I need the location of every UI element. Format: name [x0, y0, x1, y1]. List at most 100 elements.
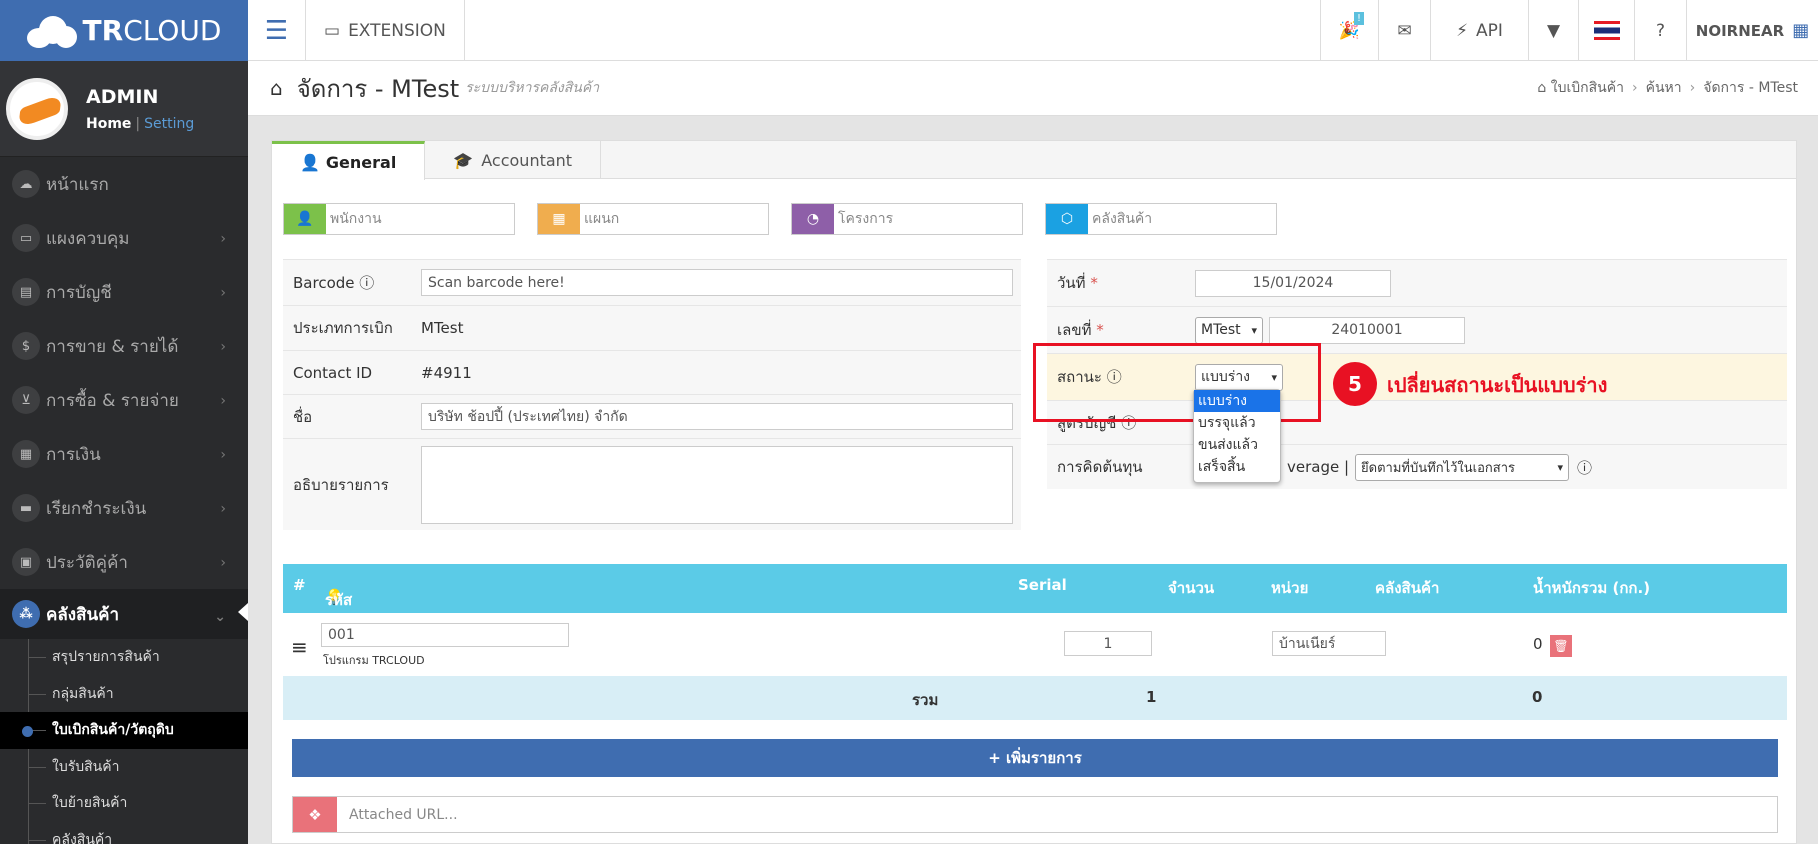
column-header: Serial — [1018, 576, 1067, 594]
date-input[interactable]: 15/01/2024 — [1195, 269, 1391, 297]
required-mark: * — [1090, 274, 1098, 292]
column-header: น้ำหนักรวม (กก.) — [1533, 579, 1651, 597]
name-input[interactable]: บริษัท ช้อปปี้ (ประเทศไทย) จำกัด — [421, 403, 1013, 430]
breadcrumb-item[interactable]: ใบเบิกสินค้า — [1551, 80, 1624, 96]
description-textarea[interactable] — [421, 445, 1013, 524]
status-option-packed[interactable]: บรรจุแล้ว — [1194, 412, 1280, 434]
avatar[interactable] — [6, 77, 68, 140]
add-item-button[interactable]: + เพิ่มรายการ — [292, 739, 1778, 777]
chevron-right-icon: › — [220, 285, 226, 301]
account-menu[interactable]: NOIRNEAR ▦ — [1686, 0, 1818, 61]
number-prefix-select[interactable]: MTest ▾ — [1195, 316, 1263, 344]
graduation-cap-icon: 🎓 — [453, 150, 474, 170]
table-row: ≡ 001 โปรแกรม TRCLOUD 1 บ้านเนียร์ 0 🗑 — [283, 613, 1787, 676]
info-icon: ⓘ — [359, 274, 375, 292]
setting-link[interactable]: Setting — [144, 116, 194, 132]
breadcrumb: ⌂ ใบเบิกสินค้า › ค้นหา › จัดการ - MTest — [1537, 77, 1798, 99]
barcode-input[interactable]: Scan barcode here! — [421, 269, 1013, 296]
submenu-item-summary[interactable]: สรุปรายการสินค้า — [0, 639, 248, 676]
attached-url-field[interactable]: ❖ Attached URL... — [292, 796, 1778, 833]
field-label: Contact ID — [293, 363, 373, 382]
sidebar-item-billing[interactable]: ▬ เรียกชำระเงิน › — [0, 481, 248, 535]
warehouse-input[interactable]: บ้านเนียร์ — [1272, 631, 1386, 656]
brand-bold: TR — [82, 14, 124, 47]
department-select[interactable]: ▦ แผนก — [537, 203, 769, 235]
sidebar-item-label: หน้าแรก — [46, 174, 109, 195]
costing-row: การคิดต้นทุน verage | ยึดตามที่บันทึกไว้ใน… — [1047, 444, 1787, 489]
left-form: Barcode ⓘ Scan barcode here! ประเภทการเบิ… — [283, 259, 1021, 530]
date-row: วันที่ * 15/01/2024 — [1047, 259, 1787, 306]
cubes-icon: ⁂ — [12, 600, 40, 628]
user-icon: 👤 — [284, 204, 326, 234]
monitor-icon: ▭ — [324, 20, 341, 41]
party-icon[interactable]: 🎉! — [1320, 0, 1378, 61]
api-button[interactable]: ⚡ API — [1430, 0, 1528, 61]
items-table-header: # 💡 รหัสสินค้า Serial จำนวน หน่วย คลังสิ… — [283, 564, 1787, 633]
submenu-label: กลุ่มสินค้า — [52, 685, 114, 702]
chevron-right-icon: › — [220, 231, 226, 247]
thai-flag-icon[interactable] — [1578, 0, 1634, 61]
hamburger-icon[interactable]: ☰ — [248, 0, 306, 61]
app: TR CLOUD ADMIN Home | Setting ☁ หน้าแรก ▭ แผง… — [0, 0, 1818, 844]
extension-label: EXTENSION — [348, 20, 446, 41]
product-code-input[interactable]: 001 — [321, 623, 569, 647]
submenu-item-stock[interactable]: คลังสินค้า — [0, 822, 248, 844]
employee-select[interactable]: 👤 พนักงาน — [283, 203, 515, 235]
info-icon: ⓘ — [1577, 458, 1593, 477]
home-icon[interactable]: ⌂ — [1537, 80, 1550, 96]
home-link[interactable]: Home — [86, 116, 131, 132]
desc-row: อธิบายรายการ — [283, 438, 1021, 530]
column-header: คลังสินค้า — [1375, 579, 1440, 597]
caret-down-icon[interactable]: ▼ — [1528, 0, 1578, 61]
column-header: # — [293, 576, 306, 594]
quantity-input[interactable]: 1 — [1064, 631, 1152, 656]
submenu-item-requisition[interactable]: ใบเบิกสินค้า/วัตถุดิบ — [0, 712, 248, 749]
status-option-draft[interactable]: แบบร่าง — [1194, 390, 1280, 412]
barcode-row: Barcode ⓘ Scan barcode here! — [283, 259, 1021, 305]
pie-chart-icon: ◔ — [792, 204, 834, 234]
chip-label: คลังสินค้า — [1092, 211, 1153, 227]
sidebar-item-home[interactable]: ☁ หน้าแรก — [0, 157, 248, 211]
costing-select[interactable]: ยึดตามที่บันทึกไว้ในเอกสาร ▾ — [1355, 453, 1570, 481]
plug-icon: ⚡ — [1456, 20, 1469, 41]
submenu-item-groups[interactable]: กลุ่มสินค้า — [0, 676, 248, 713]
table-total-row: รวม 1 0 — [283, 676, 1787, 720]
select-value: MTest — [1201, 322, 1241, 338]
building-icon: ▦ — [1792, 20, 1810, 41]
mail-icon[interactable]: ✉ — [1378, 0, 1430, 61]
drag-handle-icon[interactable]: ≡ — [291, 635, 308, 659]
status-option-done[interactable]: เสร็จสิ้น — [1194, 456, 1280, 478]
sidebar-item-finance[interactable]: ▦ การเงิน › — [0, 427, 248, 481]
monitor-icon: ▭ — [12, 224, 40, 252]
number-input[interactable]: 24010001 — [1269, 316, 1465, 344]
brand-logo[interactable]: TR CLOUD — [0, 0, 248, 61]
warehouse-select[interactable]: ⬡ คลังสินค้า — [1045, 203, 1277, 235]
chevron-right-icon: › — [220, 393, 226, 409]
status-option-shipped[interactable]: ขนส่งแล้ว — [1194, 434, 1280, 456]
extension-button[interactable]: ▭ EXTENSION — [306, 0, 465, 61]
breadcrumb-item: จัดการ - MTest — [1703, 80, 1798, 96]
tab-general[interactable]: 👤 General — [272, 141, 426, 180]
submenu-item-receive[interactable]: ใบรับสินค้า — [0, 749, 248, 786]
delete-icon[interactable]: 🗑 — [1550, 635, 1572, 657]
chevron-right-icon: › — [220, 447, 226, 463]
url-placeholder: Attached URL... — [349, 806, 458, 823]
help-icon[interactable]: ? — [1634, 0, 1686, 61]
breadcrumb-item[interactable]: ค้นหา — [1646, 80, 1682, 96]
project-select[interactable]: ◔ โครงการ — [791, 203, 1023, 235]
required-mark: * — [1096, 321, 1104, 339]
sidebar-item-partners[interactable]: ▣ ประวัติคู่ค้า › — [0, 535, 248, 589]
home-icon[interactable]: ⌂ — [270, 76, 283, 100]
sidebar-item-accounting[interactable]: ▤ การบัญชี › — [0, 265, 248, 319]
main-panel: 👤 General 🎓 Accountant 👤 พนักงาน ▦ แผนก ◔ โคร… — [271, 140, 1797, 844]
type-value: MTest — [421, 319, 464, 337]
tab-accountant[interactable]: 🎓 Accountant — [425, 141, 602, 179]
notification-badge: ! — [1353, 12, 1364, 25]
sidebar-item-dashboard[interactable]: ▭ แผงควบคุม › — [0, 211, 248, 265]
sidebar-item-purchase[interactable]: ⊻ การซื้อ & รายจ่าย › — [0, 373, 248, 427]
submenu-label: ใบรับสินค้า — [52, 758, 120, 775]
sidebar-item-sales[interactable]: $ การขาย & รายได้ › — [0, 319, 248, 373]
submenu-item-transfer[interactable]: ใบย้ายสินค้า — [0, 785, 248, 822]
field-label: การคิดต้นทุน — [1057, 458, 1143, 476]
sidebar-item-warehouse[interactable]: ⁂ คลังสินค้า ⌄ — [0, 589, 248, 639]
